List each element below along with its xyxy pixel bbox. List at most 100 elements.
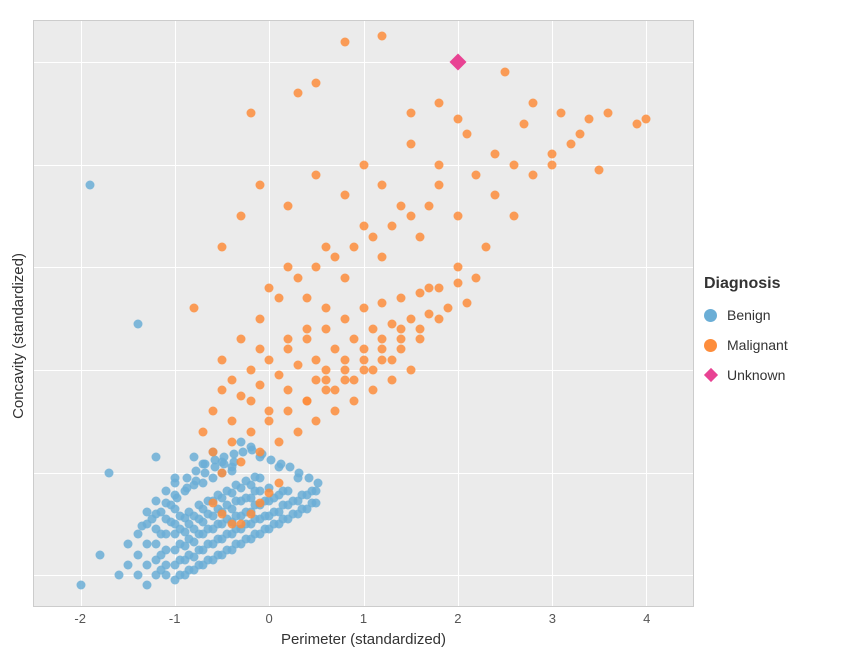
x-tick: 0 — [265, 611, 272, 626]
data-point — [368, 232, 377, 241]
data-point — [218, 242, 227, 251]
data-point — [321, 386, 330, 395]
data-point — [368, 365, 377, 374]
data-point — [274, 294, 283, 303]
data-point — [434, 283, 443, 292]
data-point — [415, 324, 424, 333]
data-point — [152, 540, 161, 549]
data-point — [304, 473, 313, 482]
data-point — [387, 222, 396, 231]
data-point — [142, 560, 151, 569]
data-point — [218, 355, 227, 364]
data-point — [576, 129, 585, 138]
data-point — [182, 473, 191, 482]
data-point — [284, 386, 293, 395]
data-point — [378, 355, 387, 364]
legend-label-unknown: Unknown — [727, 367, 785, 383]
data-point — [293, 360, 302, 369]
data-point — [481, 242, 490, 251]
data-point — [585, 114, 594, 123]
data-point — [227, 519, 236, 528]
data-point — [547, 150, 556, 159]
data-point — [359, 222, 368, 231]
data-point — [284, 487, 293, 496]
data-point — [138, 521, 147, 530]
data-point — [359, 160, 368, 169]
data-point — [397, 345, 406, 354]
data-point — [406, 365, 415, 374]
data-point — [265, 489, 274, 498]
data-point — [312, 487, 321, 496]
data-point — [293, 88, 302, 97]
data-point — [133, 550, 142, 559]
data-point — [218, 509, 227, 518]
data-point — [444, 304, 453, 313]
data-point — [142, 581, 151, 590]
data-point — [293, 427, 302, 436]
data-point — [340, 191, 349, 200]
data-point — [359, 345, 368, 354]
data-point — [152, 497, 161, 506]
data-point — [237, 458, 246, 467]
unknown-data-point — [449, 54, 466, 71]
data-point — [397, 324, 406, 333]
x-tick: 4 — [643, 611, 650, 626]
legend-title: Diagnosis — [704, 275, 780, 293]
data-point — [378, 253, 387, 262]
data-point — [340, 314, 349, 323]
data-point — [171, 478, 180, 487]
data-point — [218, 468, 227, 477]
data-point — [246, 427, 255, 436]
data-point — [133, 571, 142, 580]
data-point — [472, 273, 481, 282]
data-point — [237, 391, 246, 400]
data-point — [566, 140, 575, 149]
chart-area: -101234 -2-101234 Perimeter (standardize… — [33, 20, 694, 652]
data-point — [265, 417, 274, 426]
data-point — [500, 68, 509, 77]
data-point — [210, 456, 219, 465]
data-point — [255, 448, 264, 457]
data-point — [406, 212, 415, 221]
legend-diamond-icon — [703, 368, 717, 382]
data-point — [632, 119, 641, 128]
data-point — [77, 581, 86, 590]
data-point — [147, 514, 156, 523]
data-point — [350, 335, 359, 344]
data-point — [237, 519, 246, 528]
data-point — [312, 376, 321, 385]
data-point — [321, 304, 330, 313]
legend-item-unknown: Unknown — [704, 367, 785, 383]
data-point — [350, 376, 359, 385]
data-point — [190, 453, 199, 462]
x-tick: -1 — [169, 611, 181, 626]
data-point — [378, 345, 387, 354]
legend-label-malignant: Malignant — [727, 337, 788, 353]
data-point — [133, 319, 142, 328]
data-point — [105, 468, 114, 477]
data-point — [238, 448, 247, 457]
data-point — [284, 335, 293, 344]
data-point — [641, 114, 650, 123]
data-point — [157, 507, 166, 516]
data-point — [510, 212, 519, 221]
data-point — [190, 304, 199, 313]
data-point — [237, 335, 246, 344]
data-point — [142, 540, 151, 549]
legend-diamond-wrap — [704, 369, 717, 382]
data-point — [166, 517, 175, 526]
data-point — [340, 273, 349, 282]
data-point — [227, 437, 236, 446]
data-point — [246, 509, 255, 518]
data-point — [547, 160, 556, 169]
data-point — [237, 437, 246, 446]
data-point — [472, 170, 481, 179]
data-point — [528, 170, 537, 179]
data-point — [303, 324, 312, 333]
data-point — [312, 355, 321, 364]
data-point — [255, 314, 264, 323]
data-point — [397, 201, 406, 210]
data-point — [314, 478, 323, 487]
data-point — [378, 299, 387, 308]
data-point — [425, 201, 434, 210]
